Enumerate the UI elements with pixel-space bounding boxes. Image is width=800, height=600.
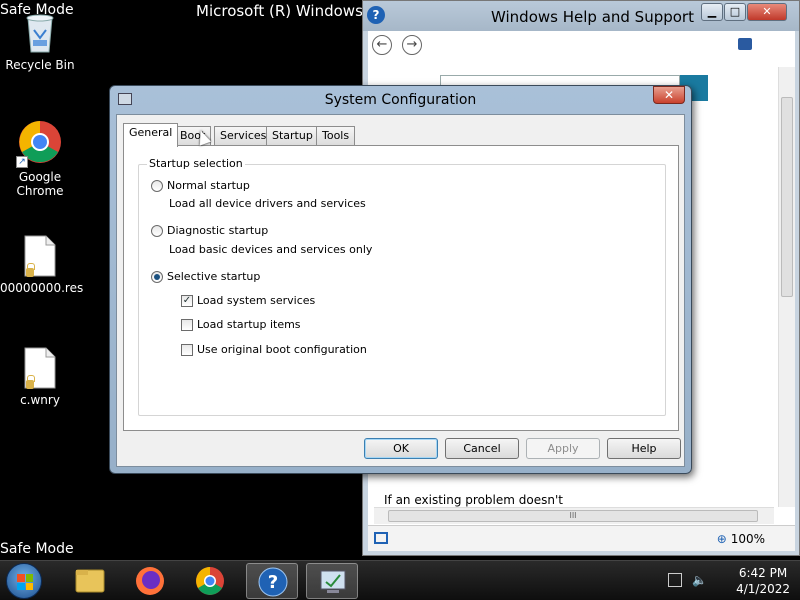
- load-system-services-checkbox[interactable]: ✓ Load system services: [181, 294, 315, 307]
- load-startup-items-checkbox[interactable]: Load startup items: [181, 318, 301, 331]
- taskbar-chrome[interactable]: [184, 563, 236, 599]
- vertical-scrollbar[interactable]: [778, 67, 795, 507]
- tab-services[interactable]: Services: [214, 126, 273, 145]
- start-button[interactable]: [6, 563, 42, 599]
- ok-button[interactable]: OK: [364, 438, 438, 459]
- taskbar-firefox[interactable]: [124, 563, 176, 599]
- desktop-icon-label: Google Chrome: [16, 170, 64, 198]
- print-icon[interactable]: [738, 38, 752, 50]
- desktop-icon-google-chrome[interactable]: ↗ Google Chrome: [0, 120, 80, 198]
- option-description: Load basic devices and services only: [169, 243, 373, 256]
- desktop-icon-label: c.wnry: [20, 393, 60, 407]
- help-article-text: If an existing problem doesn't: [384, 493, 563, 507]
- option-label: Diagnostic startup: [167, 224, 269, 237]
- scrollbar-thumb[interactable]: [781, 97, 793, 297]
- minimize-button[interactable]: ▁: [701, 3, 723, 21]
- checkbox[interactable]: [181, 343, 193, 356]
- diagnostic-startup-radio[interactable]: Diagnostic startup: [151, 224, 268, 237]
- horizontal-scrollbar[interactable]: III: [374, 507, 774, 524]
- radio-button[interactable]: [151, 224, 163, 237]
- help-icon: ?: [367, 6, 385, 24]
- file-icon: [24, 347, 56, 389]
- os-version-label: Microsoft (R) Windows (R: [196, 2, 366, 20]
- clock[interactable]: 6:42 PM 4/1/2022: [736, 565, 790, 597]
- msconfig-icon: [320, 570, 346, 593]
- dialog-client-area: General Boot Services Startup Tools Star…: [116, 114, 685, 467]
- taskbar-help-support[interactable]: ?: [246, 563, 298, 599]
- close-button[interactable]: ✕: [747, 3, 787, 21]
- radio-button-selected[interactable]: [151, 270, 163, 283]
- clock-date: 4/1/2022: [736, 582, 790, 596]
- dialog-title: System Configuration: [324, 92, 477, 108]
- help-nav-bar: ← →: [368, 31, 795, 61]
- desktop-icon-wnry-file[interactable]: c.wnry: [0, 347, 80, 407]
- back-arrow-icon[interactable]: ←: [372, 35, 392, 55]
- help-title-bar[interactable]: ? Windows Help and Support ▁ □ ✕: [363, 1, 799, 31]
- group-title: Startup selection: [147, 157, 245, 170]
- option-label: Use original boot configuration: [197, 343, 367, 356]
- svg-text:?: ?: [268, 572, 278, 593]
- taskbar-explorer[interactable]: [64, 563, 116, 599]
- option-label: Load system services: [197, 294, 316, 307]
- lock-icon: [26, 375, 35, 389]
- cancel-button[interactable]: Cancel: [445, 438, 519, 459]
- apply-button[interactable]: Apply: [526, 438, 600, 459]
- radio-button[interactable]: [151, 179, 163, 192]
- desktop-icon-recycle-bin[interactable]: Recycle Bin: [0, 8, 80, 72]
- forward-arrow-icon[interactable]: →: [402, 35, 422, 55]
- tab-startup[interactable]: Startup: [266, 126, 319, 145]
- windows-logo-icon: [17, 574, 33, 590]
- use-original-boot-config-checkbox[interactable]: Use original boot configuration: [181, 343, 367, 356]
- recycle-bin-icon: [20, 8, 60, 54]
- maximize-button[interactable]: □: [724, 3, 746, 21]
- tab-tools[interactable]: Tools: [316, 126, 356, 145]
- firefox-icon: [136, 567, 164, 595]
- taskbar-system-configuration[interactable]: [306, 563, 358, 599]
- shortcut-arrow-icon: ↗: [16, 156, 28, 168]
- file-icon: [24, 235, 56, 277]
- option-description: Load all device drivers and services: [169, 197, 366, 210]
- option-label: Selective startup: [167, 270, 261, 283]
- scrollbar-thumb[interactable]: III: [388, 510, 758, 522]
- volume-muted-icon[interactable]: 🔈: [692, 573, 707, 587]
- zoom-icon: ⊕: [716, 532, 727, 546]
- option-label: Load startup items: [197, 318, 301, 331]
- help-icon: ?: [258, 567, 288, 597]
- help-status-bar: ⊕ 100%: [368, 525, 795, 551]
- general-tab-panel: Startup selection Normal startup Load al…: [123, 145, 679, 431]
- zoom-level: 100%: [730, 532, 765, 546]
- help-window-title: Windows Help and Support: [491, 8, 694, 26]
- selective-startup-radio[interactable]: Selective startup: [151, 270, 260, 283]
- chrome-icon: [196, 567, 224, 595]
- option-label: Normal startup: [167, 179, 250, 192]
- checkbox-checked[interactable]: ✓: [181, 294, 193, 307]
- startup-selection-group: Startup selection Normal startup Load al…: [138, 157, 666, 416]
- zoom-control[interactable]: ⊕ 100%: [717, 532, 765, 546]
- chrome-icon: ↗: [16, 120, 62, 168]
- network-icon[interactable]: [668, 573, 682, 587]
- desktop-icon-res-file[interactable]: 00000000.res: [0, 235, 84, 295]
- desktop-icon-label: 00000000.res: [0, 281, 84, 295]
- tab-general[interactable]: General: [123, 123, 179, 147]
- folder-icon: [75, 569, 105, 593]
- safe-mode-label-bottom: Safe Mode: [0, 541, 74, 557]
- lock-icon: [26, 263, 35, 277]
- clock-time: 6:42 PM: [738, 566, 788, 580]
- dialog-close-button[interactable]: ✕: [653, 86, 685, 104]
- help-button[interactable]: Help: [607, 438, 681, 459]
- normal-startup-radio[interactable]: Normal startup: [151, 179, 250, 192]
- system-configuration-dialog: System Configuration ✕ General Boot Serv…: [109, 85, 692, 474]
- taskbar: ? 🔈 6:42 PM 4/1/2022: [0, 560, 800, 600]
- desktop-icon-label: Recycle Bin: [5, 58, 75, 72]
- layout-icon[interactable]: [374, 532, 388, 544]
- checkbox[interactable]: [181, 318, 193, 331]
